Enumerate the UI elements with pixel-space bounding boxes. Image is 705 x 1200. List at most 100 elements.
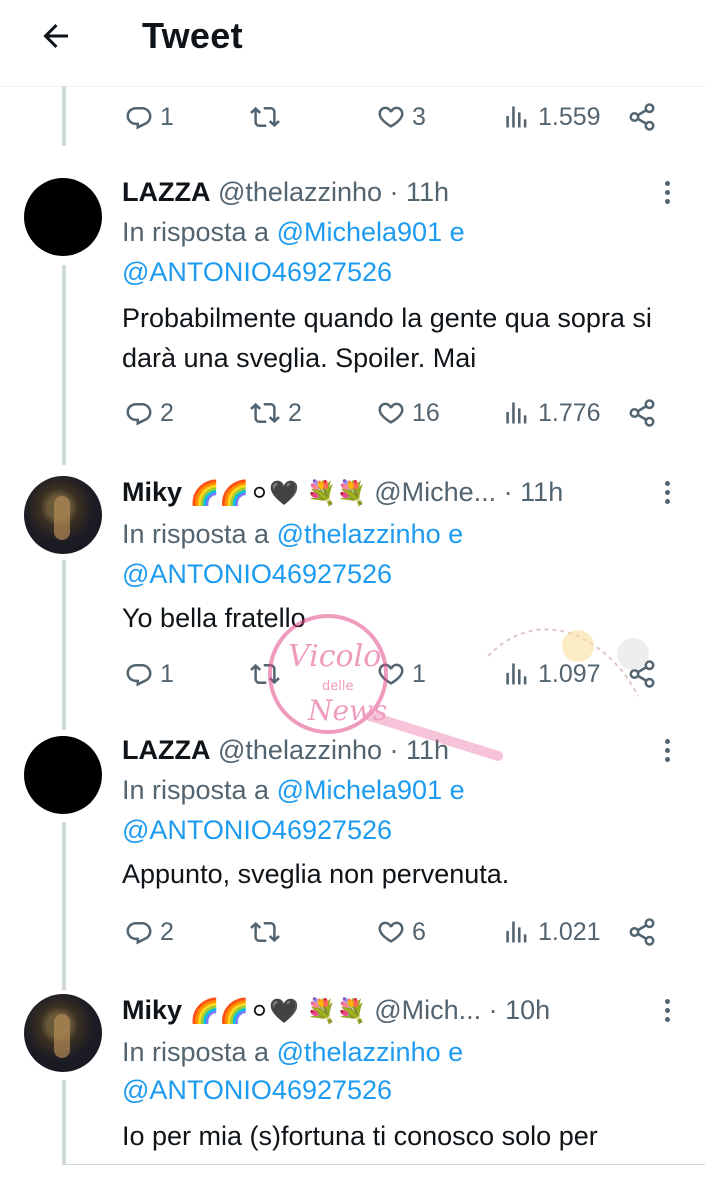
views-button[interactable]: 1.021 — [504, 912, 601, 952]
reply-icon — [126, 403, 152, 426]
tweet[interactable]: Miky 🌈🌈⚪🖤 💐💐 @Miche... · 11h In risposta… — [0, 472, 705, 722]
heart-icon — [378, 663, 404, 685]
reply-button[interactable]: 1 — [124, 654, 174, 694]
tweet-actions: 2 2 16 1.776 — [0, 393, 705, 433]
reply-button[interactable]: 1 — [124, 97, 174, 137]
like-button[interactable]: 6 — [376, 912, 426, 952]
tweet-header: Miky 🌈🌈⚪🖤 💐💐 @Miche... · 11h — [122, 474, 563, 511]
retweet-button[interactable] — [248, 654, 288, 694]
views-button[interactable]: 1.097 — [504, 654, 601, 694]
share-icon — [629, 918, 655, 946]
display-name[interactable]: Miky — [122, 995, 182, 1025]
mention-link[interactable]: @thelazzinho — [277, 519, 441, 549]
avatar[interactable] — [24, 994, 102, 1072]
views-icon — [506, 402, 527, 424]
reply-button[interactable]: 2 — [124, 393, 174, 433]
views-count: 1.559 — [538, 102, 601, 131]
retweet-icon — [250, 921, 280, 943]
reply-icon — [126, 664, 152, 687]
share-icon — [629, 103, 655, 131]
reply-count: 1 — [160, 659, 174, 688]
reply-context: In risposta a @Michela901 e — [122, 217, 465, 247]
tweet[interactable]: LAZZA @thelazzinho · 11h In risposta a @… — [0, 730, 705, 970]
mention-link[interactable]: @Michela901 — [277, 775, 443, 805]
mention-link[interactable]: @ANTONIO46927526 — [122, 815, 392, 845]
reply-count: 2 — [160, 917, 174, 946]
tweet-time: · 10h — [488, 995, 551, 1025]
tweet-header: LAZZA @thelazzinho · 11h — [122, 732, 449, 768]
reply-context: In risposta a @Michela901 e — [122, 775, 465, 805]
reply-context: In risposta a @thelazzinho e — [122, 519, 464, 549]
more-options-button[interactable] — [655, 474, 679, 510]
user-handle[interactable]: @thelazzinho — [218, 177, 382, 207]
arrow-left-icon — [43, 24, 68, 48]
views-button[interactable]: 1.559 — [504, 97, 601, 137]
display-name[interactable]: Miky — [122, 477, 182, 507]
user-handle[interactable]: @Mich... — [374, 995, 481, 1025]
retweet-button[interactable] — [248, 97, 288, 137]
like-count: 16 — [412, 398, 440, 427]
like-count: 1 — [412, 659, 426, 688]
retweet-icon — [250, 402, 280, 424]
divider — [62, 1164, 705, 1165]
tweet-actions: 1 3 1.559 — [0, 97, 705, 137]
tweet-time: · 11h — [389, 735, 450, 765]
reply-count: 1 — [160, 102, 174, 131]
reply-context: In risposta a @thelazzinho e — [122, 1037, 464, 1067]
back-button[interactable] — [34, 14, 78, 58]
share-icon — [629, 660, 655, 688]
avatar[interactable] — [24, 476, 102, 554]
like-button[interactable]: 3 — [376, 97, 426, 137]
share-button[interactable] — [627, 912, 657, 952]
views-count: 1.776 — [538, 398, 601, 427]
retweet-button[interactable]: 2 — [248, 393, 302, 433]
more-options-button[interactable] — [655, 732, 679, 768]
page-title: Tweet — [142, 15, 243, 56]
mention-link[interactable]: @ANTONIO46927526 — [122, 559, 392, 589]
avatar[interactable] — [24, 178, 102, 256]
views-count: 1.097 — [538, 659, 601, 688]
heart-icon — [378, 106, 404, 128]
tweet-actions: 1 1 1.097 — [0, 654, 705, 694]
tweet[interactable]: LAZZA @thelazzinho · 11h In risposta a @… — [0, 170, 705, 460]
retweet-count: 2 — [288, 398, 302, 427]
tweet-text: Yo bella fratello — [122, 603, 306, 633]
like-count: 3 — [412, 102, 426, 131]
display-name[interactable]: LAZZA — [122, 177, 210, 207]
views-count: 1.021 — [538, 917, 601, 946]
tweet-time: · 11h — [503, 477, 564, 507]
tweet-time: · 11h — [389, 177, 450, 207]
mention-link[interactable]: @thelazzinho — [277, 1037, 441, 1067]
more-options-button[interactable] — [655, 174, 679, 210]
more-options-button[interactable] — [655, 992, 679, 1028]
share-icon — [629, 399, 655, 427]
user-handle[interactable]: @Miche... — [374, 477, 496, 507]
display-name[interactable]: LAZZA — [122, 735, 210, 765]
views-icon — [506, 663, 527, 685]
share-button[interactable] — [627, 654, 657, 694]
reply-icon — [126, 107, 152, 130]
avatar[interactable] — [24, 736, 102, 814]
heart-icon — [378, 921, 404, 943]
share-button[interactable] — [627, 393, 657, 433]
tweet-text: Probabilmente quando la gente qua sopra … — [122, 303, 652, 373]
display-name-emojis: 🌈🌈⚪🖤 💐💐 — [189, 997, 367, 1025]
like-button[interactable]: 1 — [376, 654, 426, 694]
retweet-button[interactable] — [248, 912, 288, 952]
retweet-icon — [250, 106, 280, 128]
user-handle[interactable]: @thelazzinho — [218, 735, 382, 765]
mention-link[interactable]: @ANTONIO46927526 — [122, 1075, 392, 1105]
share-button[interactable] — [627, 97, 657, 137]
tweet[interactable]: Miky 🌈🌈⚪🖤 💐💐 @Mich... · 10h In risposta … — [0, 990, 705, 1164]
views-button[interactable]: 1.776 — [504, 393, 601, 433]
retweet-icon — [250, 663, 280, 685]
tweet-header: LAZZA @thelazzinho · 11h — [122, 174, 449, 210]
reply-count: 2 — [160, 398, 174, 427]
mention-link[interactable]: @Michela901 — [277, 217, 443, 247]
mention-link[interactable]: @ANTONIO46927526 — [122, 257, 392, 287]
heart-icon — [378, 402, 404, 424]
like-button[interactable]: 16 — [376, 393, 440, 433]
views-icon — [506, 921, 527, 943]
tweet-text: Appunto, sveglia non pervenuta. — [122, 859, 510, 889]
reply-button[interactable]: 2 — [124, 912, 174, 952]
